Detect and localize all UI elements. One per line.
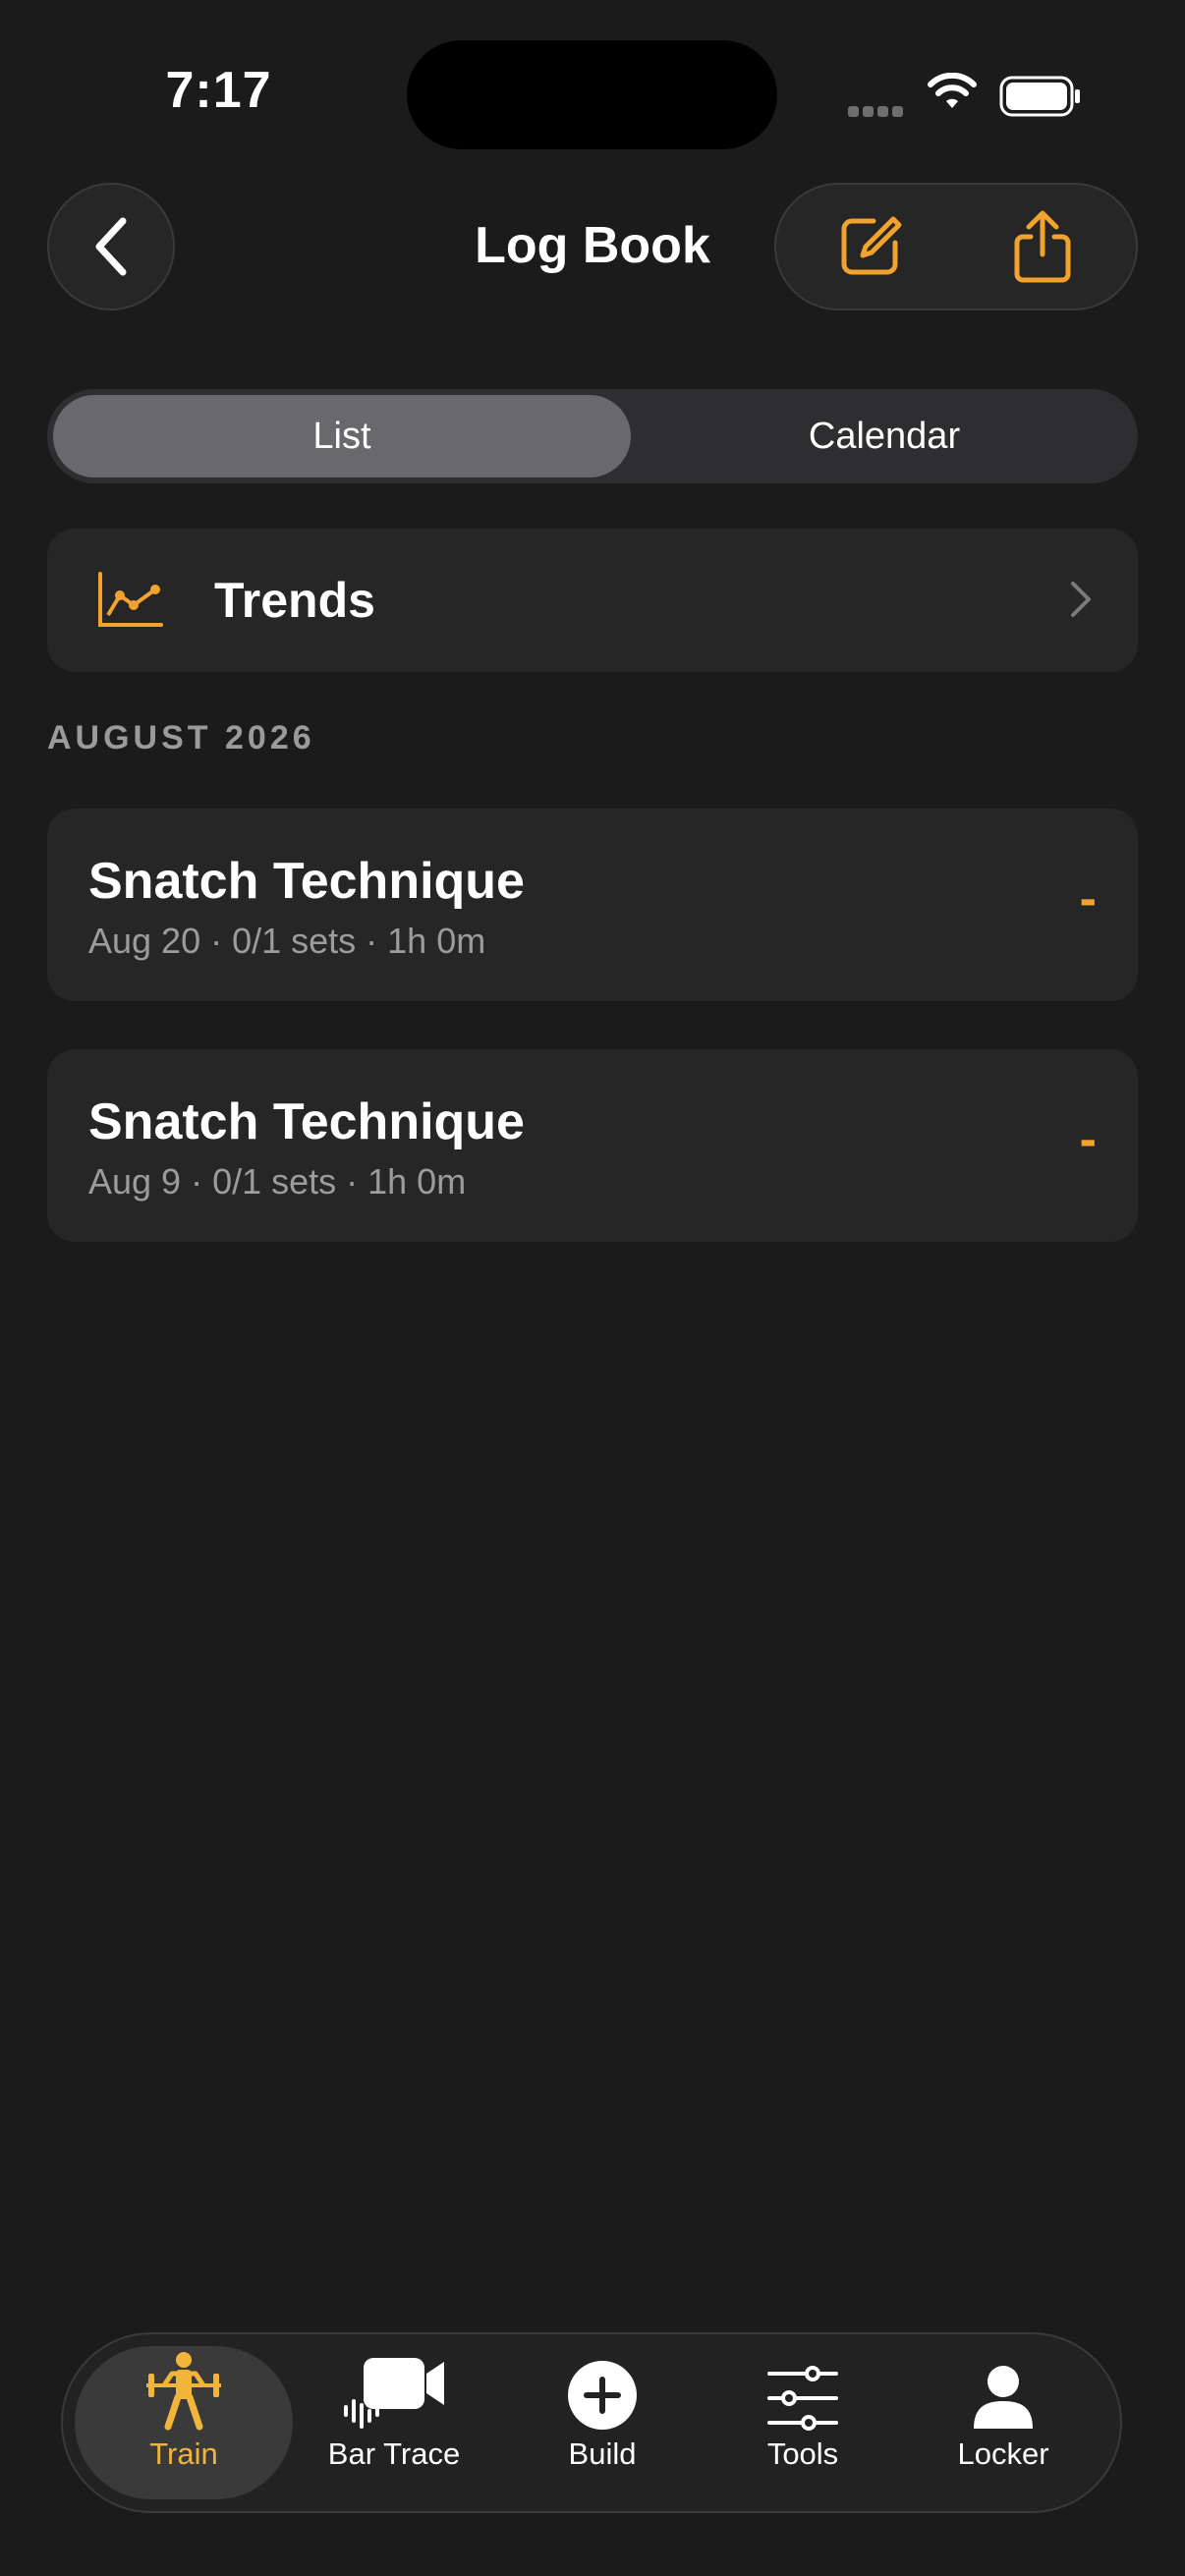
- chevron-right-icon: [1071, 582, 1091, 617]
- tab-label: Locker: [957, 2436, 1049, 2471]
- trends-label: Trends: [214, 573, 375, 628]
- edit-button[interactable]: [796, 185, 943, 308]
- tab-label: Train: [149, 2436, 218, 2471]
- tab-train[interactable]: Train: [81, 2346, 287, 2499]
- tab-bar: Train Bar Trace Build Tools Locker: [61, 2332, 1122, 2513]
- share-icon: [1014, 210, 1071, 283]
- tab-label: Tools: [766, 2436, 839, 2471]
- tab-bar-trace[interactable]: Bar Trace: [291, 2346, 497, 2499]
- segment-list[interactable]: List: [53, 395, 631, 477]
- chevron-left-icon: [95, 217, 127, 276]
- plus-circle-icon: [568, 2361, 637, 2430]
- tab-label: Bar Trace: [327, 2436, 461, 2471]
- header-actions: [774, 183, 1138, 310]
- video-camera-icon: [344, 2358, 444, 2429]
- section-header: AUGUST 2026: [47, 719, 315, 756]
- tab-build[interactable]: Build: [499, 2346, 705, 2499]
- tab-locker[interactable]: Locker: [900, 2346, 1106, 2499]
- compose-icon: [841, 216, 902, 275]
- dynamic-island: [407, 40, 777, 149]
- person-icon: [974, 2366, 1033, 2429]
- tab-label: Build: [568, 2436, 637, 2471]
- battery-icon: [999, 76, 1080, 117]
- workout-title: Snatch Technique: [88, 853, 525, 910]
- back-button[interactable]: [47, 183, 175, 310]
- page-title: Log Book: [475, 217, 710, 274]
- weightlifter-icon: [146, 2352, 221, 2431]
- segment-calendar[interactable]: Calendar: [637, 395, 1132, 477]
- tab-tools[interactable]: Tools: [700, 2346, 906, 2499]
- view-segmented-control: List Calendar: [47, 389, 1138, 483]
- workout-subtitle: Aug 9 · 0/1 sets · 1h 0m: [88, 1161, 467, 1202]
- workout-value: -: [1079, 1111, 1097, 1168]
- cellular-signal-icon: [848, 104, 907, 122]
- sliders-icon: [767, 2366, 838, 2431]
- workout-title: Snatch Technique: [88, 1093, 525, 1150]
- status-time: 7:17: [165, 62, 272, 119]
- workout-card[interactable]: Snatch Technique Aug 20 · 0/1 sets · 1h …: [47, 809, 1138, 1001]
- line-chart-icon: [98, 572, 163, 627]
- workout-subtitle: Aug 20 · 0/1 sets · 1h 0m: [88, 921, 486, 961]
- workout-card[interactable]: Snatch Technique Aug 9 · 0/1 sets · 1h 0…: [47, 1049, 1138, 1242]
- wifi-icon: [928, 73, 977, 108]
- workout-value: -: [1079, 870, 1097, 927]
- trends-row[interactable]: Trends: [47, 529, 1138, 672]
- share-button[interactable]: [969, 185, 1116, 308]
